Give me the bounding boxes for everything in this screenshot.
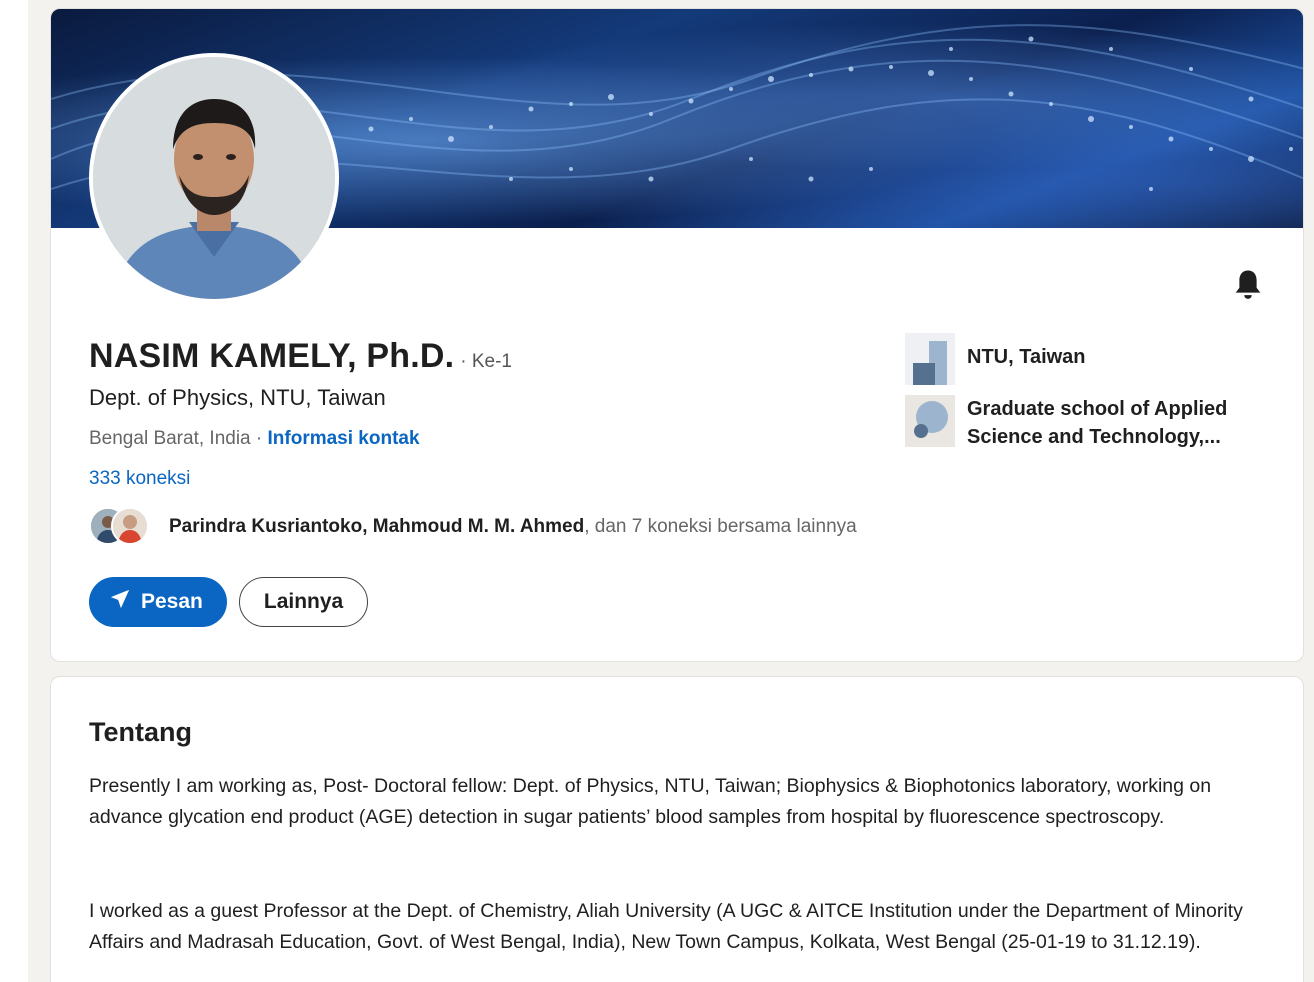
more-button[interactable]: Lainnya <box>238 577 369 627</box>
about-card: Tentang Presently I am working as, Post-… <box>50 676 1304 982</box>
message-button-label: Pesan <box>141 590 203 613</box>
mutual-connections-text: Parindra Kusriantoko, Mahmoud M. M. Ahme… <box>169 516 857 538</box>
about-paragraph: Presently I am working as, Post- Doctora… <box>89 775 1212 828</box>
profile-avatar[interactable] <box>89 53 339 303</box>
mutual-connections[interactable]: Parindra Kusriantoko, Mahmoud M. M. Ahme… <box>89 507 857 547</box>
location-row: Bengal Barat, India · Informasi kontak <box>89 428 420 450</box>
name-row: NASIM KAMELY, Ph.D. · Ke-1 <box>89 337 512 376</box>
action-buttons: Pesan Lainnya <box>89 577 369 627</box>
mutual-suffix: , dan 7 koneksi bersama lainnya <box>584 516 857 537</box>
profile-headline: Dept. of Physics, NTU, Taiwan <box>89 385 386 410</box>
profile-location: Bengal Barat, India · <box>89 428 263 449</box>
bell-icon[interactable] <box>1231 267 1265 301</box>
ntu-logo-icon <box>905 333 955 385</box>
avatar <box>111 507 149 545</box>
left-edge-strip <box>0 0 28 982</box>
about-paragraph: I worked as a guest Professor at the Dep… <box>89 900 1243 953</box>
connection-degree: · Ke-1 <box>460 351 512 372</box>
mutual-avatars <box>89 507 159 547</box>
profile-card: NASIM KAMELY, Ph.D. · Ke-1 Dept. of Phys… <box>50 8 1304 662</box>
send-icon <box>109 588 131 616</box>
mutual-names: Parindra Kusriantoko, Mahmoud M. M. Ahme… <box>169 516 585 537</box>
connections-link[interactable]: 333 koneksi <box>89 468 190 490</box>
message-button[interactable]: Pesan <box>89 577 227 627</box>
org-name-graduate-school: Graduate school of Applied Science and T… <box>967 398 1228 448</box>
org-item-graduate-school[interactable]: Graduate school of Applied Science and T… <box>905 395 1267 451</box>
about-title: Tentang <box>89 717 192 747</box>
school-logo-icon <box>905 395 955 447</box>
org-name-ntu: NTU, Taiwan <box>967 346 1086 368</box>
org-item-ntu[interactable]: NTU, Taiwan <box>905 333 1267 385</box>
contact-info-link[interactable]: Informasi kontak <box>268 428 420 449</box>
profile-name: NASIM KAMELY, Ph.D. <box>89 337 455 375</box>
more-button-label: Lainnya <box>263 590 344 613</box>
